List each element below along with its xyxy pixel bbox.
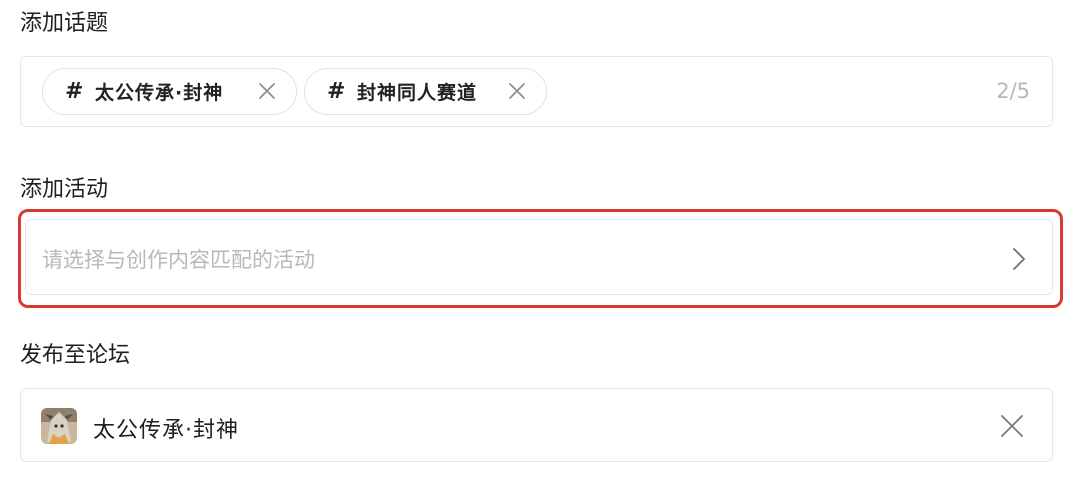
topic-tag[interactable]: # 太公传承·封神 xyxy=(42,68,297,115)
topic-tag-label: 太公传承·封神 xyxy=(95,82,224,104)
forum-name: 太公传承·封神 xyxy=(93,418,239,443)
topics-label: 添加话题 xyxy=(20,11,109,36)
topic-tag[interactable]: # 封神同人赛道 xyxy=(304,68,547,115)
topic-tag-label: 封神同人赛道 xyxy=(357,82,478,104)
forum-label: 发布至论坛 xyxy=(20,343,131,368)
activity-label: 添加活动 xyxy=(20,177,109,202)
activity-placeholder: 请选择与创作内容匹配的活动 xyxy=(42,248,315,272)
close-icon[interactable] xyxy=(258,82,276,100)
post-settings-panel: 添加话题 # 太公传承·封神 # 封神同人赛道 2/5 添加活动 请选择与创作内… xyxy=(0,0,1080,483)
forum-field[interactable]: 太公传承·封神 xyxy=(20,388,1053,462)
hash-icon: # xyxy=(327,79,346,104)
close-icon[interactable] xyxy=(1000,414,1024,438)
activity-selector[interactable]: 请选择与创作内容匹配的活动 xyxy=(25,219,1053,295)
topics-field[interactable]: # 太公传承·封神 # 封神同人赛道 2/5 xyxy=(20,56,1053,127)
close-icon[interactable] xyxy=(508,82,526,100)
chevron-right-icon xyxy=(1013,248,1025,270)
topic-counter: 2/5 xyxy=(996,79,1030,103)
forum-avatar xyxy=(41,408,77,444)
hash-icon: # xyxy=(65,79,84,104)
